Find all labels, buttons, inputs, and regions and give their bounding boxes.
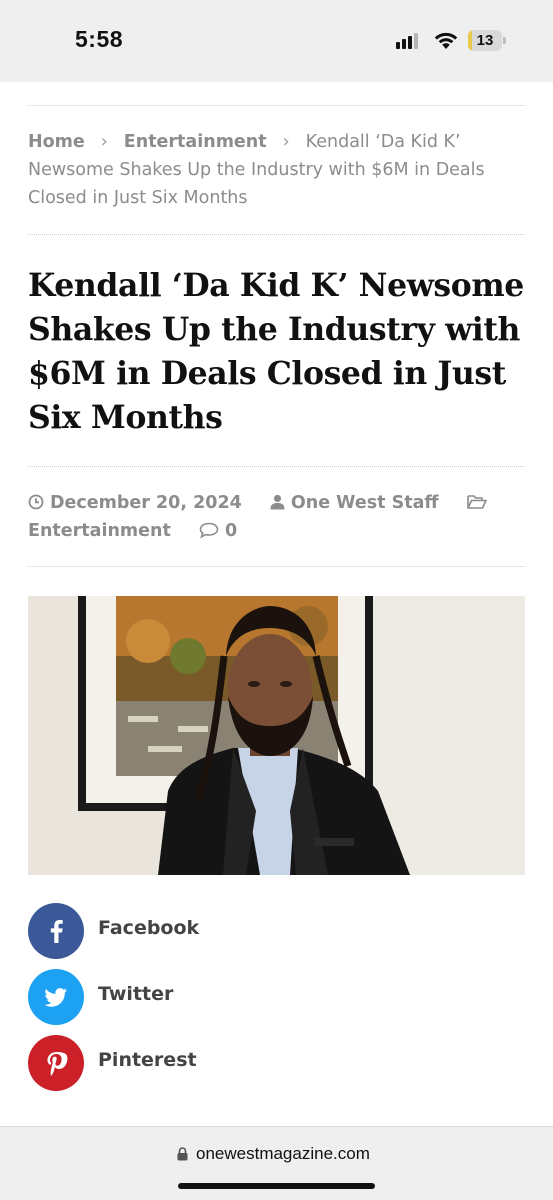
- article-category-link[interactable]: Entertainment: [28, 517, 171, 545]
- article-author-link[interactable]: One West Staff: [291, 493, 439, 513]
- twitter-circle: [28, 969, 84, 1025]
- meta-date: December 20, 2024: [28, 489, 242, 517]
- wifi-icon: [434, 32, 458, 49]
- article-meta: December 20, 2024 One West Staff Enterta…: [28, 489, 528, 545]
- share-twitter-button[interactable]: Twitter: [28, 969, 328, 1025]
- breadcrumb: Home › Entertainment › Kendall ‘Da Kid K’ Ne…: [28, 128, 528, 212]
- meta-folder: [466, 489, 493, 517]
- meta-comments[interactable]: 0: [199, 517, 237, 545]
- share-pinterest-label: Pinterest: [98, 1049, 197, 1071]
- breadcrumb-current-line3: Closed in Just Six Months: [28, 188, 248, 208]
- article-featured-image: [28, 596, 525, 875]
- folder-open-icon: [466, 495, 487, 509]
- lock-icon: [177, 1147, 188, 1161]
- article-date: December 20, 2024: [50, 493, 242, 513]
- twitter-icon: [44, 988, 67, 1007]
- portrait-photo: [28, 596, 525, 875]
- share-facebook-button[interactable]: Facebook: [28, 903, 328, 959]
- breadcrumb-current-line2: Newsome Shakes Up the Industry with $6M …: [28, 160, 485, 180]
- breadcrumb-category-link[interactable]: Entertainment: [124, 132, 267, 152]
- pinterest-icon: [47, 1052, 68, 1076]
- breadcrumb-home-link[interactable]: Home: [28, 132, 85, 152]
- battery-level: 13: [476, 32, 494, 49]
- article-title: Kendall ‘Da Kid K’ Newsome Shakes Up the…: [28, 267, 524, 436]
- share-twitter-label: Twitter: [98, 983, 174, 1005]
- meta-author: One West Staff: [270, 489, 439, 517]
- breadcrumb-current-line1: Kendall ‘Da Kid K’: [305, 132, 461, 152]
- clock-icon: [28, 494, 44, 510]
- share-facebook-label: Facebook: [98, 917, 200, 939]
- breadcrumb-separator: ›: [282, 132, 290, 152]
- divider: [28, 466, 525, 467]
- user-icon: [270, 494, 285, 510]
- signal-icon: [396, 31, 422, 49]
- status-bar: 5:58 13: [0, 0, 553, 82]
- divider: [28, 105, 525, 106]
- comment-count: 0: [224, 521, 238, 541]
- divider: [28, 234, 525, 235]
- status-time: 5:58: [75, 26, 124, 52]
- comment-icon: [199, 522, 219, 538]
- breadcrumb-separator: ›: [100, 132, 108, 152]
- home-indicator[interactable]: [178, 1183, 375, 1189]
- pinterest-circle: [28, 1035, 84, 1091]
- battery-icon: 13: [468, 30, 506, 51]
- facebook-circle: [28, 903, 84, 959]
- divider: [28, 566, 525, 567]
- browser-address-bar[interactable]: onewestmagazine.com: [0, 1126, 553, 1200]
- share-pinterest-button[interactable]: Pinterest: [28, 1035, 328, 1091]
- facebook-icon: [50, 920, 63, 943]
- url-text[interactable]: onewestmagazine.com: [196, 1144, 370, 1164]
